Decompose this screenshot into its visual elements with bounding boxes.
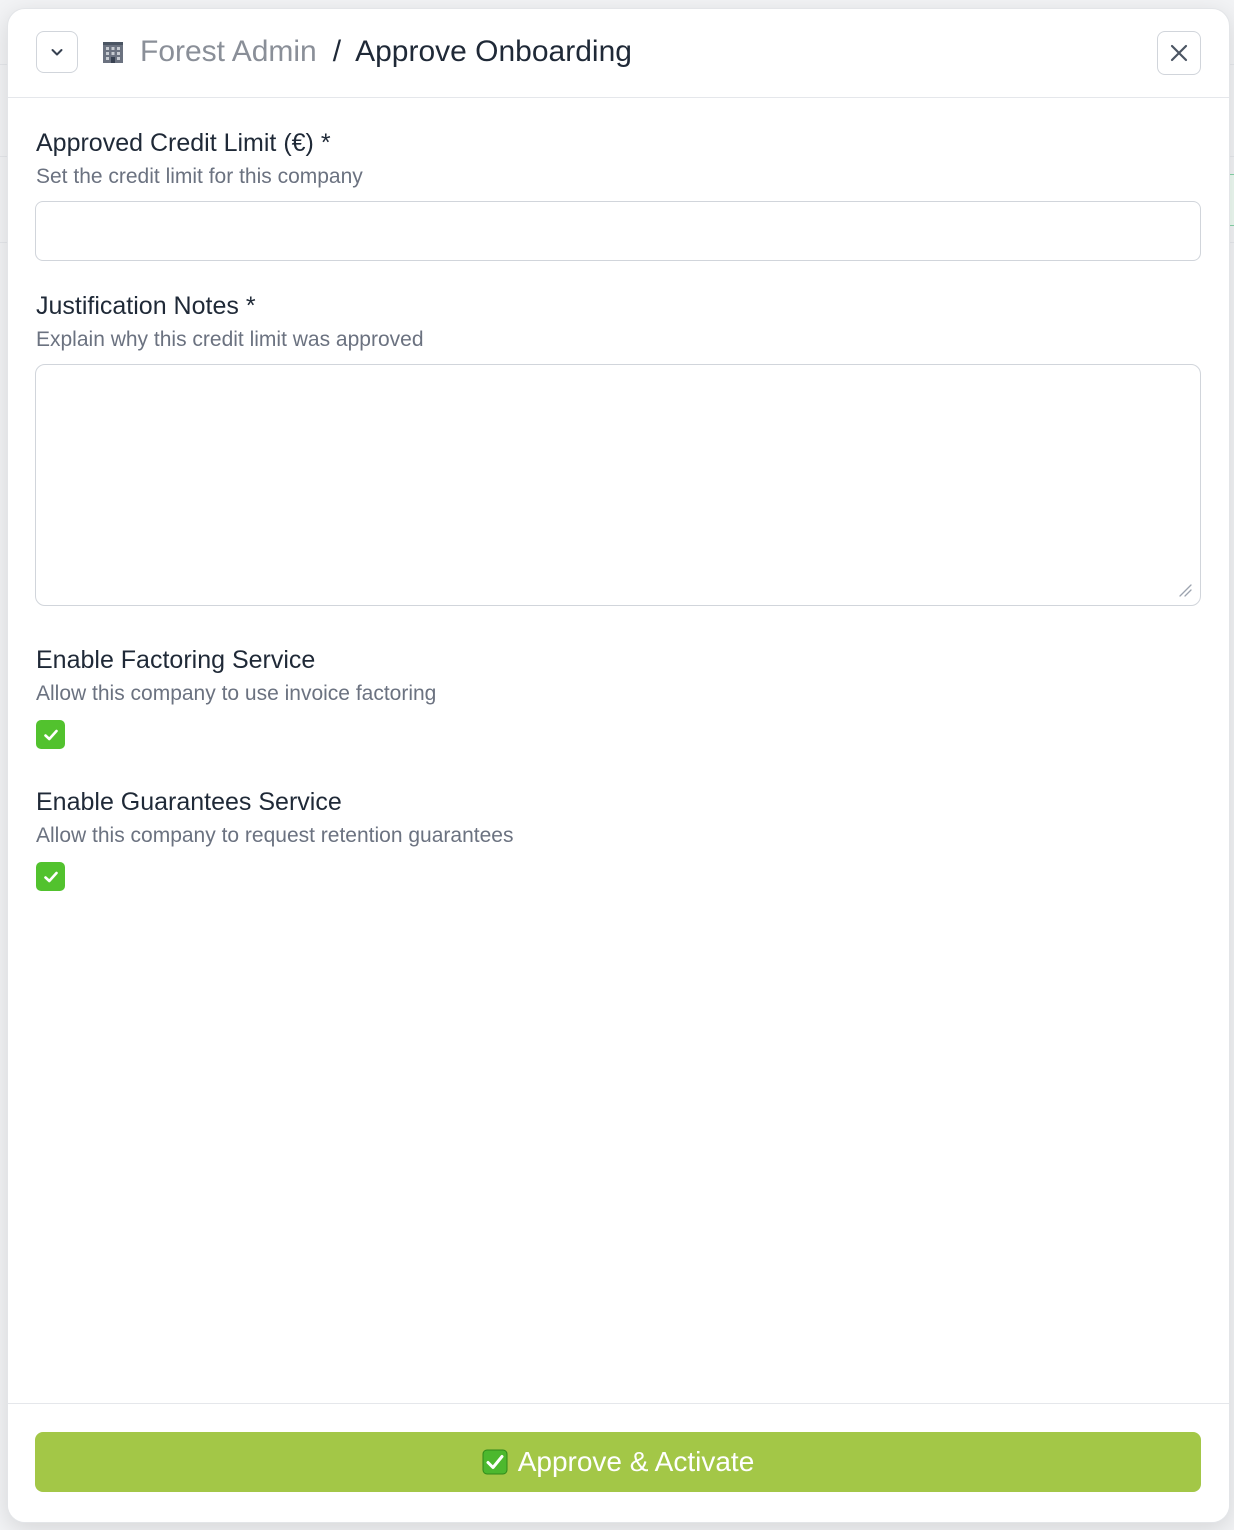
resize-handle-icon[interactable] xyxy=(1178,583,1192,597)
page-title: Approve Onboarding xyxy=(355,35,632,68)
check-mark-button-icon xyxy=(482,1449,508,1475)
justification-label: Justification Notes * xyxy=(36,292,256,320)
breadcrumb: Forest Admin / Approve Onboarding xyxy=(100,35,632,69)
approve-activate-button[interactable]: Approve & Activate xyxy=(35,1432,1201,1492)
chevron-down-icon xyxy=(51,49,63,56)
guarantees-checkbox[interactable] xyxy=(36,862,65,891)
credit-limit-label: Approved Credit Limit (€) * xyxy=(36,129,331,157)
factoring-label: Enable Factoring Service xyxy=(36,646,316,674)
credit-limit-help: Set the credit limit for this company xyxy=(36,165,363,188)
close-icon xyxy=(1170,44,1188,62)
breadcrumb-separator: / xyxy=(332,35,342,68)
check-icon xyxy=(43,729,58,740)
justification-textarea[interactable] xyxy=(35,364,1201,606)
factoring-checkbox[interactable] xyxy=(36,720,65,749)
guarantees-help: Allow this company to request retention … xyxy=(36,824,514,847)
panel-header: Forest Admin / Approve Onboarding xyxy=(8,9,1229,98)
office-building-icon xyxy=(103,42,123,63)
close-button[interactable] xyxy=(1157,31,1201,75)
collapse-button[interactable] xyxy=(36,31,78,73)
panel-footer: Approve & Activate xyxy=(8,1403,1229,1522)
approve-activate-label: Approve & Activate xyxy=(517,1446,755,1477)
justification-help: Explain why this credit limit was approv… xyxy=(36,328,424,351)
check-icon xyxy=(43,871,58,882)
credit-limit-input[interactable] xyxy=(35,201,1201,261)
breadcrumb-root[interactable]: Forest Admin xyxy=(140,35,317,69)
factoring-help: Allow this company to use invoice factor… xyxy=(36,682,437,705)
action-form-panel: Forest Admin / Approve Onboarding Approv… xyxy=(7,8,1230,1523)
guarantees-label: Enable Guarantees Service xyxy=(36,788,342,816)
